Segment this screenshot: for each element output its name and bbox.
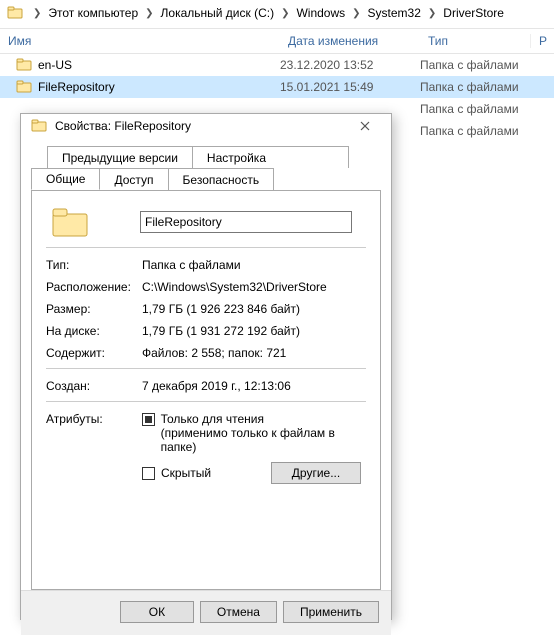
tab-customize[interactable]: Настройка: [192, 146, 349, 168]
breadcrumb-item[interactable]: Этот компьютер: [46, 6, 140, 20]
column-headers: Имя Дата изменения Тип Р: [0, 28, 554, 54]
chevron-right-icon: ❯: [28, 8, 46, 19]
breadcrumb: ❯ Этот компьютер ❯ Локальный диск (C:) ❯…: [0, 0, 554, 28]
list-item[interactable]: FileRepository 15.01.2021 15:49 Папка с …: [0, 76, 554, 98]
item-type: Папка с файлами: [420, 80, 550, 94]
list-item[interactable]: en-US 23.12.2020 13:52 Папка с файлами: [0, 54, 554, 76]
tab-security[interactable]: Безопасность: [168, 168, 275, 190]
advanced-button[interactable]: Другие...: [271, 462, 361, 484]
location-label: Расположение:: [46, 280, 142, 294]
tab-panel-general: Тип: Папка с файлами Расположение: C:\Wi…: [31, 190, 381, 590]
item-name: en-US: [34, 58, 280, 72]
readonly-checkbox[interactable]: [142, 413, 155, 426]
folder-icon: [16, 58, 34, 72]
separator: [46, 401, 366, 402]
close-button[interactable]: [345, 114, 385, 138]
contains-value: Файлов: 2 558; папок: 721: [142, 346, 366, 360]
folder-icon: [16, 80, 34, 94]
created-value: 7 декабря 2019 г., 12:13:06: [142, 379, 366, 393]
tab-row-secondary: Предыдущие версии Настройка: [31, 146, 381, 168]
folder-icon: [31, 119, 47, 133]
tab-row-primary: Общие Доступ Безопасность: [31, 168, 381, 190]
readonly-label: Только для чтения: [161, 412, 366, 426]
apply-button[interactable]: Применить: [283, 601, 379, 623]
properties-dialog: Свойства: FileRepository Предыдущие верс…: [20, 113, 392, 620]
item-type: Папка с файлами: [420, 58, 550, 72]
ondisk-value: 1,79 ГБ (1 931 272 192 байт): [142, 324, 366, 338]
chevron-right-icon: ❯: [347, 8, 365, 19]
folder-large-icon: [50, 205, 90, 239]
column-date[interactable]: Дата изменения: [280, 34, 420, 48]
separator: [46, 247, 366, 248]
item-date: 23.12.2020 13:52: [280, 58, 420, 72]
breadcrumb-item[interactable]: Windows: [294, 6, 347, 20]
size-value: 1,79 ГБ (1 926 223 846 байт): [142, 302, 366, 316]
item-type: Папка с файлами: [420, 124, 550, 138]
close-icon: [360, 121, 370, 131]
separator: [46, 368, 366, 369]
type-label: Тип:: [46, 258, 142, 272]
hidden-checkbox[interactable]: [142, 467, 155, 480]
location-value: C:\Windows\System32\DriverStore: [142, 280, 366, 294]
column-type[interactable]: Тип: [420, 34, 530, 48]
created-label: Создан:: [46, 379, 142, 393]
item-date: 15.01.2021 15:49: [280, 80, 420, 94]
type-value: Папка с файлами: [142, 258, 366, 272]
folder-name-input[interactable]: [140, 211, 352, 233]
dialog-titlebar[interactable]: Свойства: FileRepository: [21, 114, 391, 138]
dialog-button-row: ОК Отмена Применить: [21, 590, 391, 635]
breadcrumb-item[interactable]: DriverStore: [441, 6, 506, 20]
breadcrumb-item[interactable]: Локальный диск (C:): [159, 6, 277, 20]
attributes-label: Атрибуты:: [46, 412, 142, 426]
chevron-right-icon: ❯: [423, 8, 441, 19]
item-name: FileRepository: [34, 80, 280, 94]
tab-previous-versions[interactable]: Предыдущие версии: [47, 146, 193, 168]
ok-button[interactable]: ОК: [120, 601, 194, 623]
readonly-sublabel: (применимо только к файлам в папке): [161, 426, 366, 454]
column-name[interactable]: Имя: [0, 34, 280, 48]
dialog-title: Свойства: FileRepository: [55, 119, 345, 133]
size-label: Размер:: [46, 302, 142, 316]
tab-sharing[interactable]: Доступ: [99, 168, 168, 190]
tab-general[interactable]: Общие: [31, 168, 100, 190]
cancel-button[interactable]: Отмена: [200, 601, 277, 623]
chevron-right-icon: ❯: [276, 8, 294, 19]
breadcrumb-item[interactable]: System32: [366, 6, 423, 20]
chevron-right-icon: ❯: [140, 8, 158, 19]
item-type: Папка с файлами: [420, 102, 550, 116]
computer-icon: [6, 5, 24, 21]
hidden-label: Скрытый: [161, 466, 271, 480]
contains-label: Содержит:: [46, 346, 142, 360]
column-extra[interactable]: Р: [530, 34, 550, 48]
ondisk-label: На диске:: [46, 324, 142, 338]
